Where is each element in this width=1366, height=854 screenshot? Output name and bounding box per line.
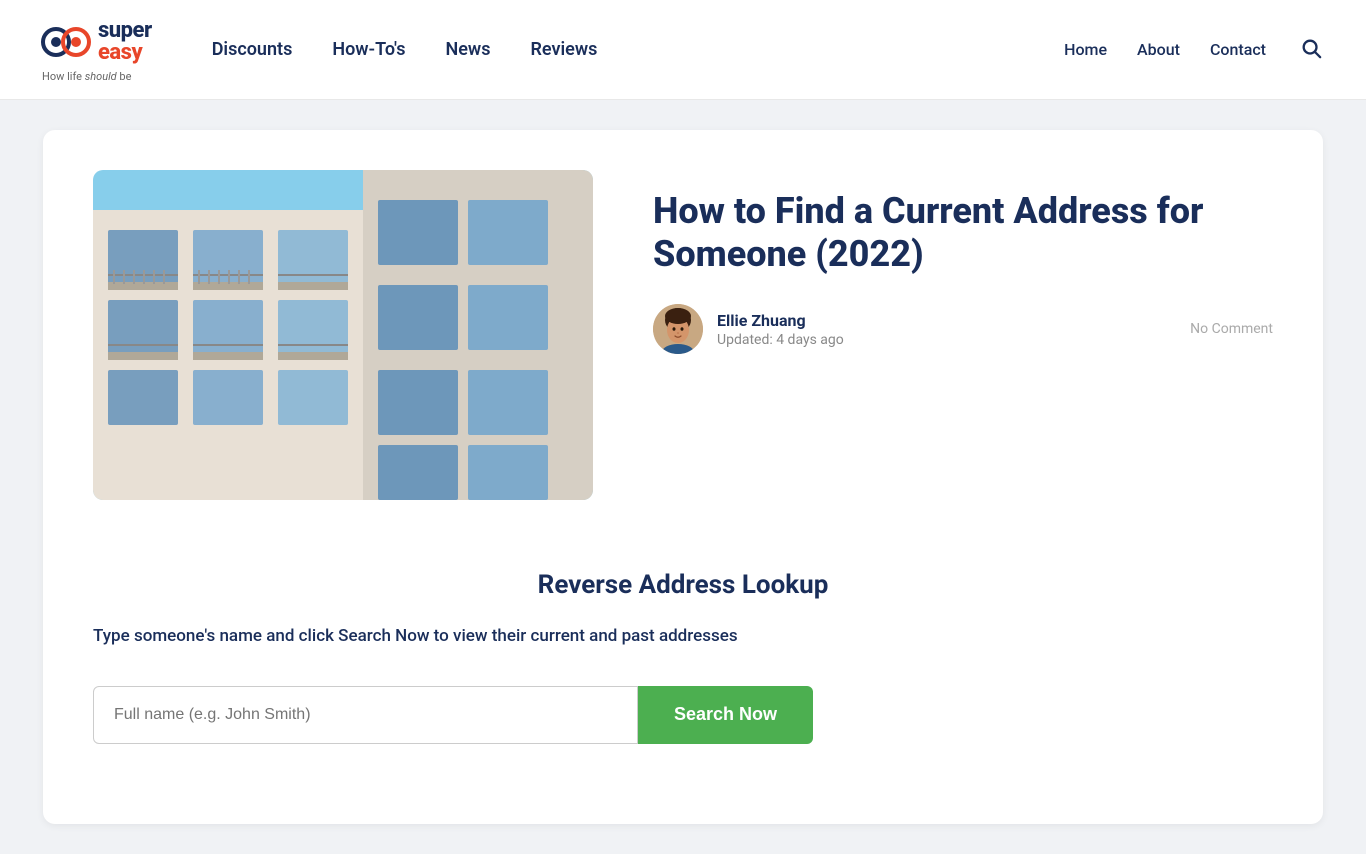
right-nav: Home About Contact	[1064, 33, 1326, 66]
nav-item-howtos[interactable]: How-To's	[332, 39, 405, 60]
author-updated: Updated: 4 days ago	[717, 332, 1176, 348]
nav-item-home[interactable]: Home	[1064, 40, 1107, 59]
logo[interactable]: super easy How life should be	[40, 16, 152, 83]
main-container: How to Find a Current Address for Someon…	[43, 130, 1323, 824]
search-button-header[interactable]	[1296, 33, 1326, 66]
article-title: How to Find a Current Address for Someon…	[653, 190, 1273, 276]
author-name: Ellie Zhuang	[717, 311, 1176, 330]
avatar	[653, 304, 703, 354]
no-comment-label: No Comment	[1190, 321, 1273, 337]
main-nav: Discounts How-To's News Reviews	[212, 39, 1064, 60]
nav-item-contact[interactable]: Contact	[1210, 40, 1266, 59]
nav-item-news[interactable]: News	[446, 39, 491, 60]
article-info: How to Find a Current Address for Someon…	[653, 170, 1273, 354]
article-image	[93, 170, 593, 500]
article-top: How to Find a Current Address for Someon…	[93, 170, 1273, 500]
search-now-button[interactable]: Search Now	[638, 686, 813, 744]
widget-title: Reverse Address Lookup	[93, 570, 1273, 600]
author-row: Ellie Zhuang Updated: 4 days ago No Comm…	[653, 304, 1273, 354]
widget-section: Reverse Address Lookup Type someone's na…	[93, 550, 1273, 764]
logo-text: super easy	[98, 20, 152, 64]
nav-item-about[interactable]: About	[1137, 40, 1180, 59]
nav-item-discounts[interactable]: Discounts	[212, 39, 293, 60]
nav-item-reviews[interactable]: Reviews	[530, 39, 597, 60]
widget-description: Type someone's name and click Search Now…	[93, 624, 1273, 650]
site-header: super easy How life should be Discounts …	[0, 0, 1366, 100]
search-form: Search Now	[93, 686, 813, 744]
logo-tagline: How life should be	[40, 70, 131, 83]
search-input[interactable]	[93, 686, 638, 744]
search-icon	[1300, 37, 1322, 59]
author-meta: Ellie Zhuang Updated: 4 days ago	[717, 311, 1176, 348]
logo-icon	[40, 16, 92, 68]
